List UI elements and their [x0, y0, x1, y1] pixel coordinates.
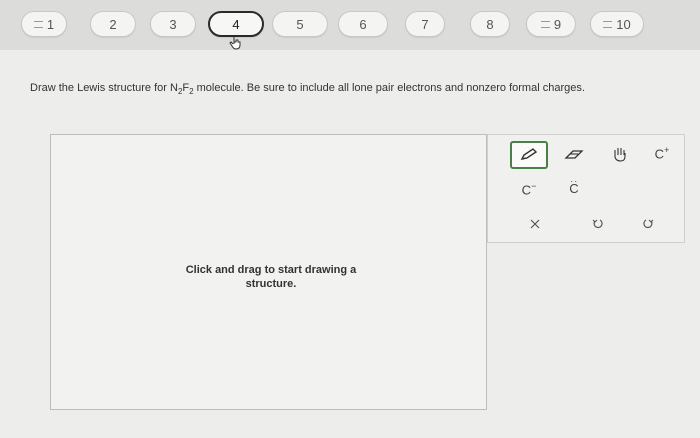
question-10-button[interactable]: 10 [590, 11, 644, 37]
question-9-button[interactable]: 9 [526, 11, 576, 37]
question-nav: 1 2 3 4 5 6 7 8 9 10 [0, 0, 700, 50]
question-6-label: 6 [359, 16, 367, 32]
hand-icon [614, 148, 626, 162]
question-prompt: Draw the Lewis structure for N2F2 molecu… [30, 82, 585, 97]
question-1-label: 1 [46, 16, 55, 32]
lone-pair-button[interactable]: ·· C [560, 175, 588, 201]
clear-icon [530, 219, 540, 229]
question-2-button[interactable]: 2 [90, 11, 136, 37]
flag-icon [33, 20, 43, 28]
question-7-label: 7 [421, 16, 429, 32]
undo-icon [592, 219, 603, 229]
question-10-label: 10 [616, 16, 631, 32]
question-3-button[interactable]: 3 [150, 11, 196, 37]
question-9-label: 9 [553, 16, 562, 32]
eraser-icon [564, 150, 584, 159]
pencil-tool-button[interactable] [510, 141, 548, 169]
canvas-hint: Click and drag to start drawing a struct… [185, 264, 357, 290]
redo-icon [643, 219, 654, 229]
drawing-toolbox: C+ C− ·· C [487, 134, 685, 243]
eraser-tool-button[interactable] [560, 143, 590, 167]
clear-button[interactable] [523, 213, 547, 235]
flag-icon [540, 20, 550, 28]
question-content: Draw the Lewis structure for N2F2 molecu… [0, 50, 700, 438]
negative-charge-icon: C− [521, 180, 537, 198]
question-5-label: 5 [296, 16, 304, 32]
hand-cursor-icon [229, 37, 241, 50]
flag-icon [603, 20, 613, 28]
lone-pair-icon: ·· C [569, 175, 579, 196]
pencil-icon [520, 148, 538, 160]
move-tool-button[interactable] [606, 141, 634, 167]
question-4-label: 4 [232, 16, 240, 32]
question-7-button[interactable]: 7 [405, 11, 445, 37]
question-6-button[interactable]: 6 [338, 11, 388, 37]
drawing-canvas[interactable]: Click and drag to start drawing a struct… [50, 134, 487, 410]
question-5-button[interactable]: 5 [272, 11, 328, 37]
question-8-label: 8 [486, 16, 494, 32]
question-1-button[interactable]: 1 [21, 11, 67, 37]
positive-charge-icon: C+ [654, 144, 670, 162]
positive-charge-button[interactable]: C+ [648, 141, 676, 165]
undo-button[interactable] [586, 213, 610, 235]
question-2-label: 2 [109, 16, 117, 32]
negative-charge-button[interactable]: C− [515, 177, 543, 201]
question-3-label: 3 [169, 16, 177, 32]
redo-button[interactable] [636, 213, 660, 235]
question-4-button[interactable]: 4 [208, 11, 264, 37]
question-8-button[interactable]: 8 [470, 11, 510, 37]
